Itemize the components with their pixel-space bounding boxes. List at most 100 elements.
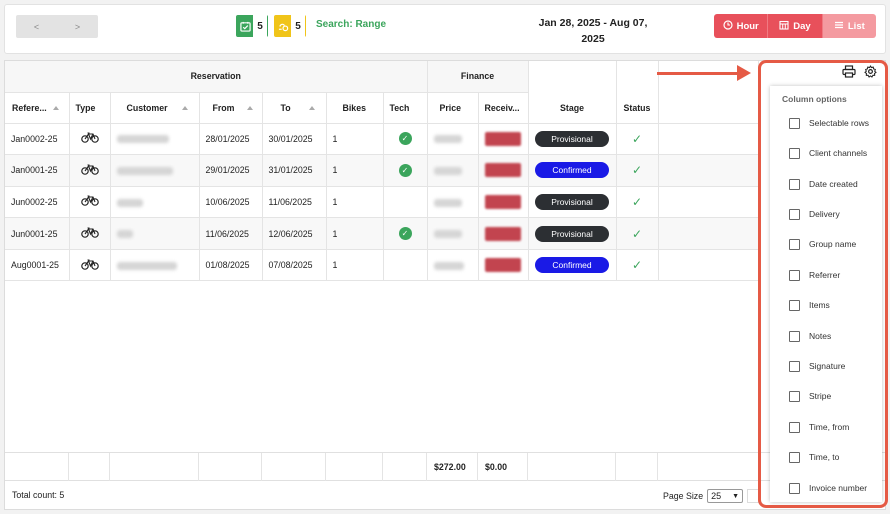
header-customer[interactable]: Customer [110,92,200,124]
view-list-button[interactable]: List [822,14,876,38]
cell-stage: Confirmed [528,249,617,282]
cell-price [427,186,479,219]
cell-tech: ✓ [383,217,428,250]
header-bikes[interactable]: Bikes [326,92,384,124]
header-type[interactable]: Type [69,92,111,124]
bicycle-icon [80,164,99,177]
checkmark-icon: ✓ [631,163,643,178]
total-received: $0.00 [485,462,508,472]
handover-count-badge[interactable]: 5 [274,15,306,37]
cell-bikes: 1 [326,123,384,156]
view-hour-label: Hour [736,20,759,32]
cell-from: 28/01/2025 [199,123,263,156]
cell-from: 01/08/2025 [199,249,263,282]
cell-reference: Jan0001-25 [5,154,70,187]
date-range-line2: 2025 [581,33,605,45]
group-header-reservation: Reservation [5,61,428,93]
cell-from: 29/01/2025 [199,154,263,187]
checkmark-icon: ✓ [631,131,643,146]
handover-count: 5 [291,15,305,37]
prev-button[interactable]: < [16,15,57,38]
header-from[interactable]: From [199,92,263,124]
cell-bikes: 1 [326,217,384,250]
bicycle-icon [80,227,99,240]
stage-badge: Confirmed [535,162,609,179]
bicycle-icon [80,195,99,208]
cell-to: 31/01/2025 [262,154,327,187]
header-received[interactable]: Receiv... [478,92,529,124]
view-day-button[interactable]: Day [768,14,823,38]
cell-customer [110,154,200,187]
cell-price [427,154,479,187]
cell-price [427,123,479,156]
table-row[interactable]: Jun0001-25 11/06/2025 12/06/2025 1 ✓ Pro… [5,217,759,250]
cell-bikes: 1 [326,154,384,187]
reservations-grid: Reservation Finance Stage Status Refere.… [4,60,887,510]
header-reference[interactable]: Refere... [5,92,70,124]
checkmark-icon: ✓ [631,226,643,241]
chevron-down-icon: ▼ [732,492,740,500]
annotation-highlight-box [758,60,888,508]
page-size-control: Page Size 25 ▼ [663,489,760,503]
total-price: $272.00 [434,462,466,472]
date-range-display: Jan 28, 2025 - Aug 07, 2025 [533,15,653,47]
table-row[interactable]: Aug0001-25 01/08/2025 07/08/2025 1 Confi… [5,249,759,282]
stage-badge: Provisional [535,130,609,147]
page-size-label: Page Size [663,491,704,501]
sort-asc-icon [246,106,253,111]
table-row[interactable]: Jan0001-25 29/01/2025 31/01/2025 1 ✓ Con… [5,154,759,187]
cell-stage: Provisional [528,217,617,250]
check-circle-icon: ✓ [398,227,412,241]
sort-asc-icon [308,106,315,111]
table-row[interactable]: Jun0002-25 10/06/2025 11/06/2025 1 Provi… [5,186,759,219]
page-size-select[interactable]: 25 ▼ [707,489,744,503]
header-price[interactable]: Price [427,92,479,124]
cell-reference: Jun0001-25 [5,217,70,250]
annotation-arrow-line [657,72,739,75]
cell-status: ✓ [616,217,659,250]
stage-badge: Provisional [535,225,609,242]
cell-received [478,217,529,250]
group-header-finance: Finance [427,61,529,93]
cell-to: 30/01/2025 [262,123,327,156]
date-range-line1: Jan 28, 2025 - Aug 07, [538,17,648,29]
view-hour-button[interactable]: Hour [714,14,769,38]
cell-customer [110,217,200,250]
cell-customer [110,249,200,282]
cell-status: ✓ [616,154,659,187]
stage-badge: Provisional [535,193,609,210]
cell-price [427,249,479,282]
cell-from: 10/06/2025 [199,186,263,219]
cell-received [478,123,529,156]
cell-status: ✓ [616,186,659,219]
cell-stage: Confirmed [528,154,617,187]
check-circle-icon: ✓ [398,163,412,177]
cell-from: 11/06/2025 [199,217,263,250]
confirmed-count: 5 [253,15,267,37]
header-status[interactable]: Status [616,61,659,124]
totals-row: $272.00 $0.00 [5,452,887,481]
check-circle-icon: ✓ [398,132,412,146]
header-stage[interactable]: Stage [528,61,617,124]
cell-received [478,154,529,187]
cell-tech [383,186,428,219]
cell-received [478,186,529,219]
top-toolbar: < > 5 5 Search: Range Jan 28, 2025 - Aug… [4,4,886,54]
table-row[interactable]: Jan0002-25 28/01/2025 30/01/2025 1 ✓ Pro… [5,123,759,156]
cell-tech: ✓ [383,154,428,187]
checkmark-icon: ✓ [631,258,643,273]
cell-to: 12/06/2025 [262,217,327,250]
confirmed-count-badge[interactable]: 5 [236,15,268,37]
header-to[interactable]: To [262,92,327,124]
calendar-grid-icon [779,20,789,33]
stage-badge: Confirmed [535,257,609,274]
cell-customer [110,123,200,156]
cell-reference: Jan0002-25 [5,123,70,156]
clock-icon [722,19,733,33]
view-day-label: Day [793,20,811,32]
search-mode-label[interactable]: Search: Range [316,19,386,30]
checkmark-icon: ✓ [631,194,643,209]
date-navigation: < > [16,15,98,38]
header-tech[interactable]: Tech [383,92,428,124]
next-button[interactable]: > [57,15,98,38]
